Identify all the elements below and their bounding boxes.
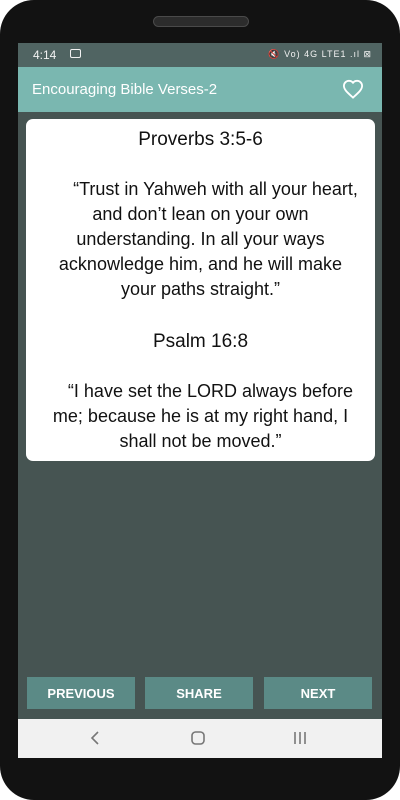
verse-text: “Trust in Yahweh with all your heart, an… <box>58 179 358 299</box>
app-title: Encouraging Bible Verses-2 <box>32 81 218 98</box>
share-button[interactable]: SHARE <box>145 677 253 709</box>
verse-reference: Proverbs 3:5-6 <box>138 129 263 150</box>
status-time: 4:14 <box>33 48 57 62</box>
verse-text: “I have set the LORD always before me; b… <box>52 381 354 451</box>
phone-frame: 4:14 🔇 Vo) 4G LTE1 .ıl ⊠ Encouraging Bib… <box>0 0 400 800</box>
app-bar: Encouraging Bible Verses-2 <box>18 67 382 112</box>
navigation-bar <box>18 719 382 758</box>
back-chevron-icon[interactable] <box>84 729 108 747</box>
status-indicators: 🔇 Vo) 4G LTE1 .ıl ⊠ <box>268 49 372 59</box>
screen: 4:14 🔇 Vo) 4G LTE1 .ıl ⊠ Encouraging Bib… <box>18 43 382 758</box>
home-icon[interactable] <box>186 729 210 747</box>
phone-speaker <box>153 16 249 27</box>
next-button[interactable]: NEXT <box>264 677 372 709</box>
recents-icon[interactable] <box>288 729 312 747</box>
status-bar: 4:14 🔇 Vo) 4G LTE1 .ıl ⊠ <box>18 43 382 67</box>
verse-card: Proverbs 3:5-6 “Trust in Yahweh with all… <box>26 119 375 461</box>
previous-button[interactable]: PREVIOUS <box>27 677 135 709</box>
mail-icon <box>70 49 81 58</box>
verse-reference: Psalm 16:8 <box>152 331 249 352</box>
heart-icon[interactable] <box>342 79 364 99</box>
